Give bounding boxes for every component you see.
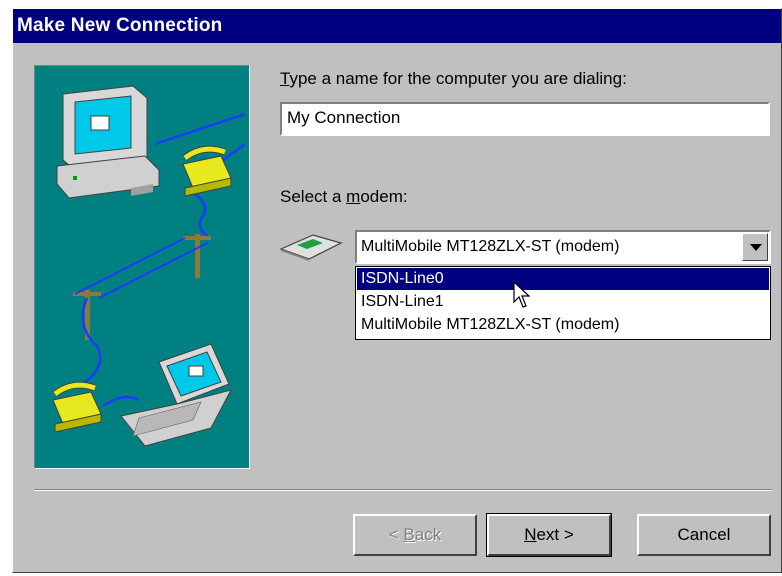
separator [34, 489, 772, 491]
modem-option[interactable]: ISDN-Line0 [357, 268, 769, 290]
telephone-icon [52, 381, 102, 433]
next-button[interactable]: Next > [486, 513, 612, 557]
cancel-button[interactable]: Cancel [637, 514, 771, 556]
modem-select-value: MultiMobile MT128ZLX-ST (modem) [361, 238, 620, 255]
mouse-pointer-icon [513, 280, 531, 314]
computer-icon [56, 85, 160, 199]
connection-name-input[interactable]: My Connection [280, 102, 770, 136]
chevron-down-icon [750, 244, 762, 251]
modem-label: Select a modem: [280, 187, 408, 206]
name-field-label: Type a name for the computer you are dia… [280, 69, 627, 88]
modem-icon [279, 233, 343, 266]
modem-dropdown-list: ISDN-Line0 ISDN-Line1 MultiMobile MT128Z… [355, 266, 771, 340]
modem-option[interactable]: ISDN-Line1 [357, 291, 769, 313]
telephone-pole [73, 234, 211, 340]
window-title: Make New Connection [17, 15, 223, 36]
dropdown-button[interactable] [742, 233, 768, 261]
back-button[interactable]: < Back [353, 514, 477, 556]
title-bar[interactable]: Make New Connection [13, 9, 781, 43]
laptop-icon [120, 343, 232, 447]
modem-select[interactable]: MultiMobile MT128ZLX-ST (modem) [355, 230, 771, 264]
telephone-icon [182, 145, 232, 197]
dial-up-illustration [34, 65, 250, 469]
dialog-window: Make New Connection Type a name for the … [12, 8, 782, 573]
modem-option[interactable]: MultiMobile MT128ZLX-ST (modem) [357, 314, 769, 336]
